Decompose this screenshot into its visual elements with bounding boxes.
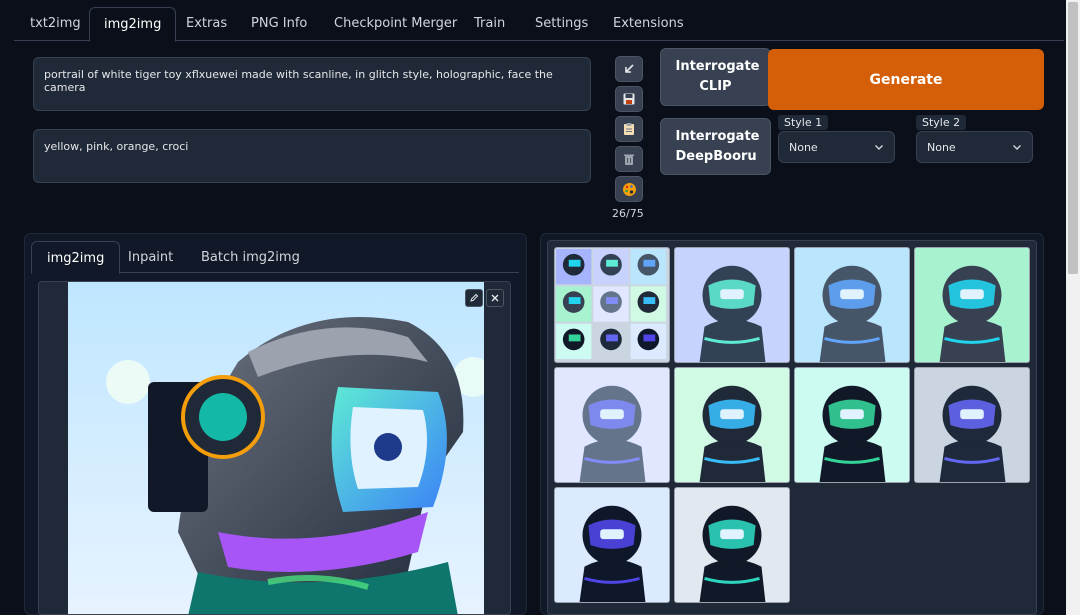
tab-extras[interactable]: Extras	[172, 7, 241, 41]
tab-img2img[interactable]: img2img	[89, 7, 177, 42]
tab-extensions[interactable]: Extensions	[599, 7, 698, 41]
read-params-button[interactable]	[615, 56, 643, 82]
gallery-thumbnail[interactable]	[554, 487, 670, 603]
style1-select[interactable]: None	[778, 131, 895, 163]
tab-txt2img[interactable]: txt2img	[16, 7, 95, 41]
edit-image-button[interactable]	[465, 289, 483, 307]
palette-icon	[622, 182, 636, 196]
tab-settings[interactable]: Settings	[521, 7, 602, 41]
save-icon	[623, 93, 635, 105]
style2-label: Style 2	[916, 115, 967, 130]
tab-png-info[interactable]: PNG Info	[237, 7, 321, 41]
chevron-down-icon	[875, 145, 883, 150]
gallery-thumbnail[interactable]	[794, 367, 910, 483]
close-icon	[491, 294, 499, 302]
interrogate-clip-label: Interrogate CLIP	[675, 59, 760, 94]
generate-button[interactable]: Generate	[768, 49, 1044, 110]
style1-value: None	[789, 140, 818, 154]
scrollbar-thumb[interactable]	[1068, 2, 1078, 274]
pencil-icon	[470, 293, 479, 302]
apply-style-button[interactable]	[615, 116, 643, 142]
save-style-button[interactable]	[615, 86, 643, 112]
arrow-icon	[625, 64, 634, 73]
trash-icon	[624, 154, 634, 165]
source-image-area[interactable]	[38, 281, 511, 615]
negative-prompt-input[interactable]: yellow, pink, orange, croci	[33, 129, 591, 183]
style2-select[interactable]: None	[916, 131, 1033, 163]
token-counter: 26/75	[612, 207, 644, 220]
clipboard-icon	[624, 123, 634, 135]
chevron-down-icon	[1013, 145, 1021, 150]
style1-label: Style 1	[778, 115, 829, 130]
positive-prompt-input[interactable]: portrail of white tiger toy xflxuewei ma…	[33, 57, 591, 111]
clear-prompt-button[interactable]	[615, 146, 643, 172]
img2img-subtabs: img2img Inpaint Batch img2img	[31, 241, 519, 274]
source-image	[68, 282, 484, 614]
subtab-img2img[interactable]: img2img	[31, 241, 121, 274]
gallery-thumbnail[interactable]	[554, 367, 670, 483]
interrogate-clip-button[interactable]: Interrogate CLIP	[660, 48, 771, 106]
gallery-thumbnail[interactable]	[674, 487, 790, 603]
interrogate-deepbooru-button[interactable]: Interrogate DeepBooru	[660, 118, 771, 175]
gallery-grid-thumbnail[interactable]	[554, 247, 670, 363]
tab-checkpoint-merger[interactable]: Checkpoint Merger	[320, 7, 471, 41]
main-tabbar: txt2img img2img Extras PNG Info Checkpoi…	[14, 7, 1064, 42]
gallery-thumbnail[interactable]	[674, 367, 790, 483]
clear-image-button[interactable]	[486, 289, 504, 307]
extra-networks-button[interactable]	[615, 176, 643, 202]
gallery-thumbnail[interactable]	[914, 367, 1030, 483]
subtab-batch-img2img[interactable]: Batch img2img	[186, 241, 315, 274]
page-scrollbar[interactable]	[1066, 0, 1080, 615]
gallery-thumbnail[interactable]	[794, 247, 910, 363]
interrogate-deepbooru-label: Interrogate DeepBooru	[675, 128, 760, 164]
subtab-inpaint[interactable]: Inpaint	[113, 241, 188, 274]
gallery-thumbnail[interactable]	[914, 247, 1030, 363]
tab-train[interactable]: Train	[460, 7, 519, 41]
style2-value: None	[927, 140, 956, 154]
gallery-thumbnail[interactable]	[674, 247, 790, 363]
